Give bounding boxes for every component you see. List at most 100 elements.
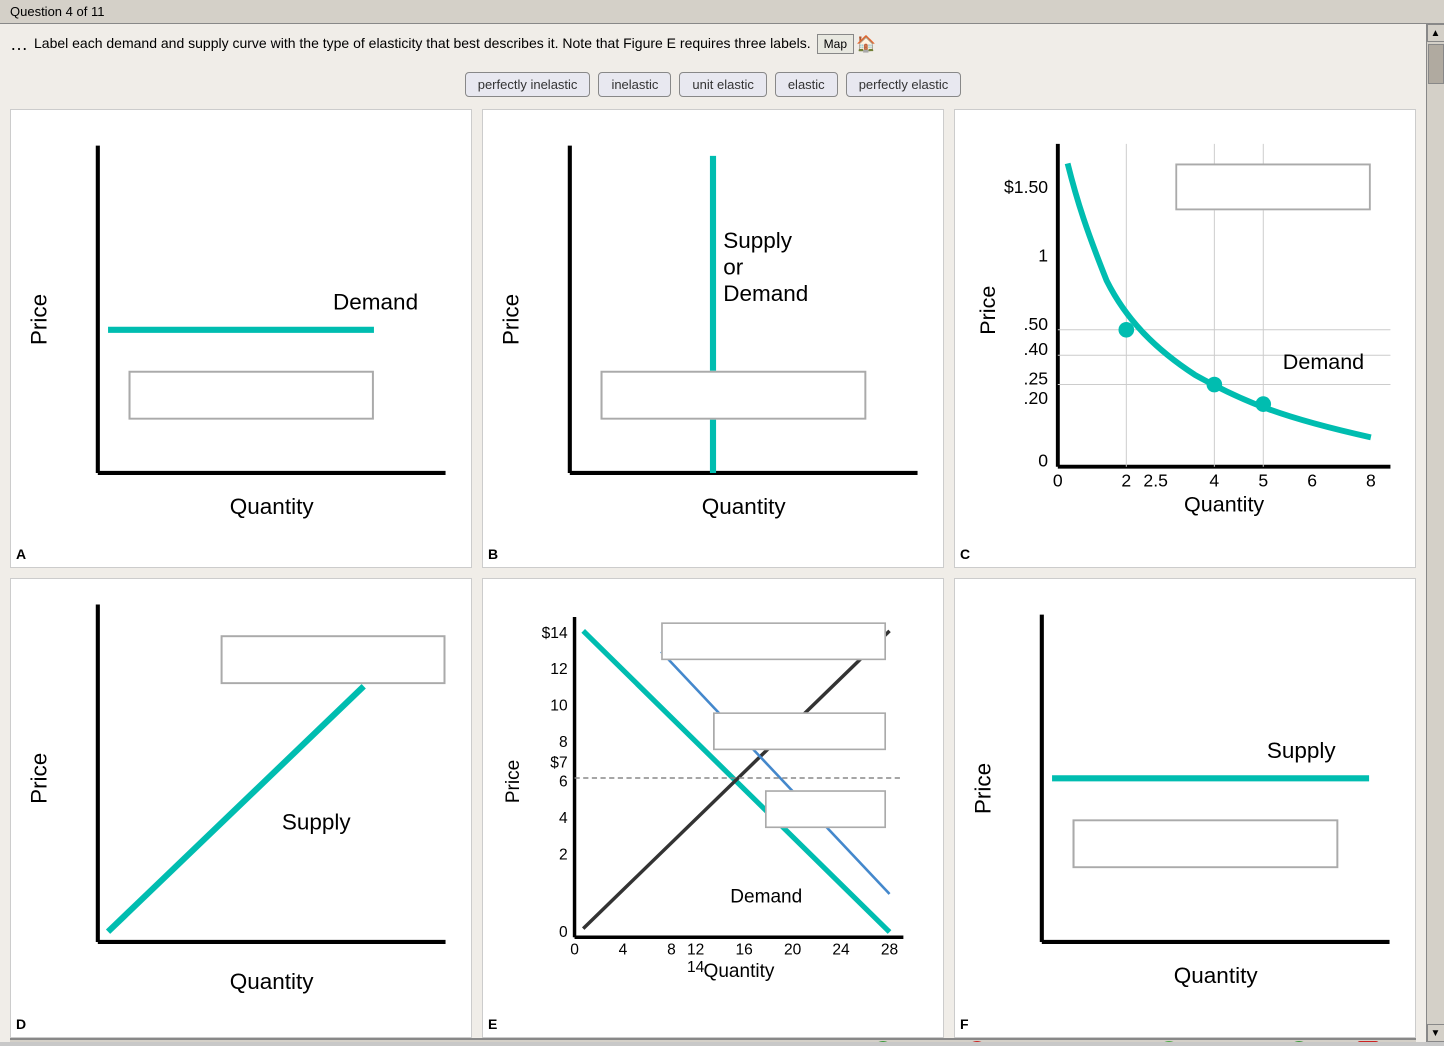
svg-text:Quantity: Quantity	[1184, 492, 1264, 516]
check-answer-button[interactable]: ✓ Check Answer	[1158, 1041, 1273, 1042]
svg-text:Demand: Demand	[333, 289, 418, 314]
svg-text:.25: .25	[1024, 368, 1049, 388]
svg-text:8: 8	[559, 734, 568, 751]
graph-B-label: B	[488, 546, 498, 562]
graph-C: Price Quantity $1.50 1 .50 .40 .25 .20 0…	[954, 109, 1416, 569]
svg-text:Supply: Supply	[723, 228, 793, 253]
svg-text:Quantity: Quantity	[230, 493, 315, 518]
exit-icon: ➜	[1357, 1041, 1379, 1042]
answer-D[interactable]	[221, 635, 446, 684]
play-icon[interactable]: ▶	[20, 1040, 35, 1042]
give-up-icon: ✕	[966, 1041, 988, 1042]
svg-text:4: 4	[1209, 470, 1219, 490]
btn-perfectly-elastic[interactable]: perfectly elastic	[846, 72, 962, 97]
graph-B: Price Quantity Supply or Demand B	[482, 109, 944, 569]
svg-text:or: or	[723, 254, 744, 279]
graph-D-svg: Price Quantity Supply	[16, 584, 466, 1014]
expand-icon[interactable]: …	[10, 34, 28, 55]
scroll-down-btn[interactable]: ▼	[1427, 1024, 1444, 1042]
svg-text:Price: Price	[976, 285, 1000, 334]
btn-unit-elastic[interactable]: unit elastic	[679, 72, 766, 97]
answer-E2[interactable]	[713, 712, 886, 750]
graph-A-svg: Price Quantity Demand	[16, 115, 466, 545]
answer-F[interactable]	[1073, 819, 1339, 868]
svg-text:24: 24	[832, 942, 850, 959]
map-icon: 🏠	[856, 34, 876, 54]
svg-text:0: 0	[1038, 450, 1048, 470]
svg-text:.20: .20	[1024, 388, 1049, 408]
svg-text:Price: Price	[27, 293, 52, 344]
answer-B[interactable]	[601, 370, 867, 419]
svg-text:Quantity: Quantity	[1174, 963, 1259, 988]
graph-D: Price Quantity Supply D	[10, 578, 472, 1038]
svg-text:Quantity: Quantity	[230, 969, 314, 994]
graph-C-label: C	[960, 546, 970, 562]
next-button[interactable]: ▶ Next	[1288, 1041, 1343, 1042]
answer-C[interactable]	[1175, 163, 1371, 210]
svg-text:4: 4	[619, 942, 628, 959]
svg-text:8: 8	[667, 942, 676, 959]
svg-text:2: 2	[559, 846, 568, 863]
svg-text:$1.50: $1.50	[1004, 176, 1048, 196]
answer-A[interactable]	[129, 370, 374, 419]
graph-E-label: E	[488, 1016, 497, 1032]
svg-text:12: 12	[550, 661, 567, 678]
question-number: Question 4 of 11	[10, 4, 104, 19]
svg-text:.40: .40	[1024, 339, 1049, 359]
svg-text:14: 14	[687, 959, 705, 976]
give-up-button[interactable]: ✕ Give Up & View Solution	[966, 1041, 1144, 1042]
nav-buttons: ◀ Previous ✕ Give Up & View Solution ✓ C…	[872, 1041, 1406, 1042]
svg-text:Price: Price	[499, 293, 524, 344]
svg-text:2.5: 2.5	[1143, 470, 1168, 490]
scroll-thumb[interactable]	[1428, 44, 1444, 84]
previous-button[interactable]: ◀ Previous	[872, 1041, 952, 1042]
graph-F: Price Quantity Supply F	[954, 578, 1416, 1038]
hint-area: ▶ ❓ Hint	[20, 1040, 95, 1042]
svg-text:10: 10	[550, 698, 568, 715]
next-icon: ▶	[1288, 1041, 1310, 1042]
svg-text:2: 2	[1121, 470, 1131, 490]
graph-C-svg: Price Quantity $1.50 1 .50 .40 .25 .20 0…	[960, 115, 1410, 545]
answer-E1[interactable]	[661, 622, 886, 660]
svg-text:4: 4	[559, 810, 568, 827]
check-icon: ✓	[1158, 1041, 1180, 1042]
graph-B-svg: Price Quantity Supply or Demand	[488, 115, 938, 545]
graphs-grid: Price Quantity Demand A	[10, 109, 1416, 1038]
svg-text:0: 0	[570, 942, 579, 959]
svg-text:6: 6	[1307, 470, 1317, 490]
btn-elastic[interactable]: elastic	[775, 72, 838, 97]
svg-text:1: 1	[1038, 245, 1048, 265]
label-buttons-row: perfectly inelastic inelastic unit elast…	[10, 72, 1416, 97]
svg-text:Price: Price	[971, 763, 996, 814]
svg-text:Demand: Demand	[1283, 349, 1364, 373]
svg-text:Quantity: Quantity	[702, 493, 787, 518]
exit-button[interactable]: ➜ Exit	[1357, 1041, 1406, 1042]
answer-E3[interactable]	[765, 790, 886, 828]
svg-text:5: 5	[1258, 470, 1268, 490]
graph-F-svg: Price Quantity Supply	[960, 584, 1410, 1014]
graph-E: Price Quantity $14 12 10 8 $7 6 4 2 0 0 …	[482, 578, 944, 1038]
svg-text:$7: $7	[550, 755, 567, 772]
svg-text:Quantity: Quantity	[704, 961, 775, 982]
bottom-bar: ▶ ❓ Hint ◀ Previous ✕ Give Up & View Sol…	[10, 1038, 1416, 1042]
graph-A: Price Quantity Demand A	[10, 109, 472, 569]
svg-text:0: 0	[559, 924, 568, 941]
svg-text:28: 28	[881, 942, 898, 959]
btn-perfectly-inelastic[interactable]: perfectly inelastic	[465, 72, 591, 97]
question-text: Label each demand and supply curve with …	[34, 34, 811, 54]
graph-A-label: A	[16, 546, 26, 562]
title-bar: Question 4 of 11	[0, 0, 1444, 24]
svg-text:$14: $14	[542, 625, 568, 642]
svg-text:Demand: Demand	[723, 281, 808, 306]
btn-inelastic[interactable]: inelastic	[598, 72, 671, 97]
svg-text:Supply: Supply	[1267, 738, 1337, 763]
svg-text:0: 0	[1053, 470, 1063, 490]
svg-text:8: 8	[1366, 470, 1376, 490]
map-button[interactable]: Map	[817, 34, 854, 54]
svg-text:Price: Price	[503, 760, 524, 803]
scrollbar: ▲ ▼	[1426, 24, 1444, 1042]
scroll-up-btn[interactable]: ▲	[1427, 24, 1444, 42]
svg-text:12: 12	[687, 942, 704, 959]
previous-icon: ◀	[872, 1041, 894, 1042]
graph-D-label: D	[16, 1016, 26, 1032]
